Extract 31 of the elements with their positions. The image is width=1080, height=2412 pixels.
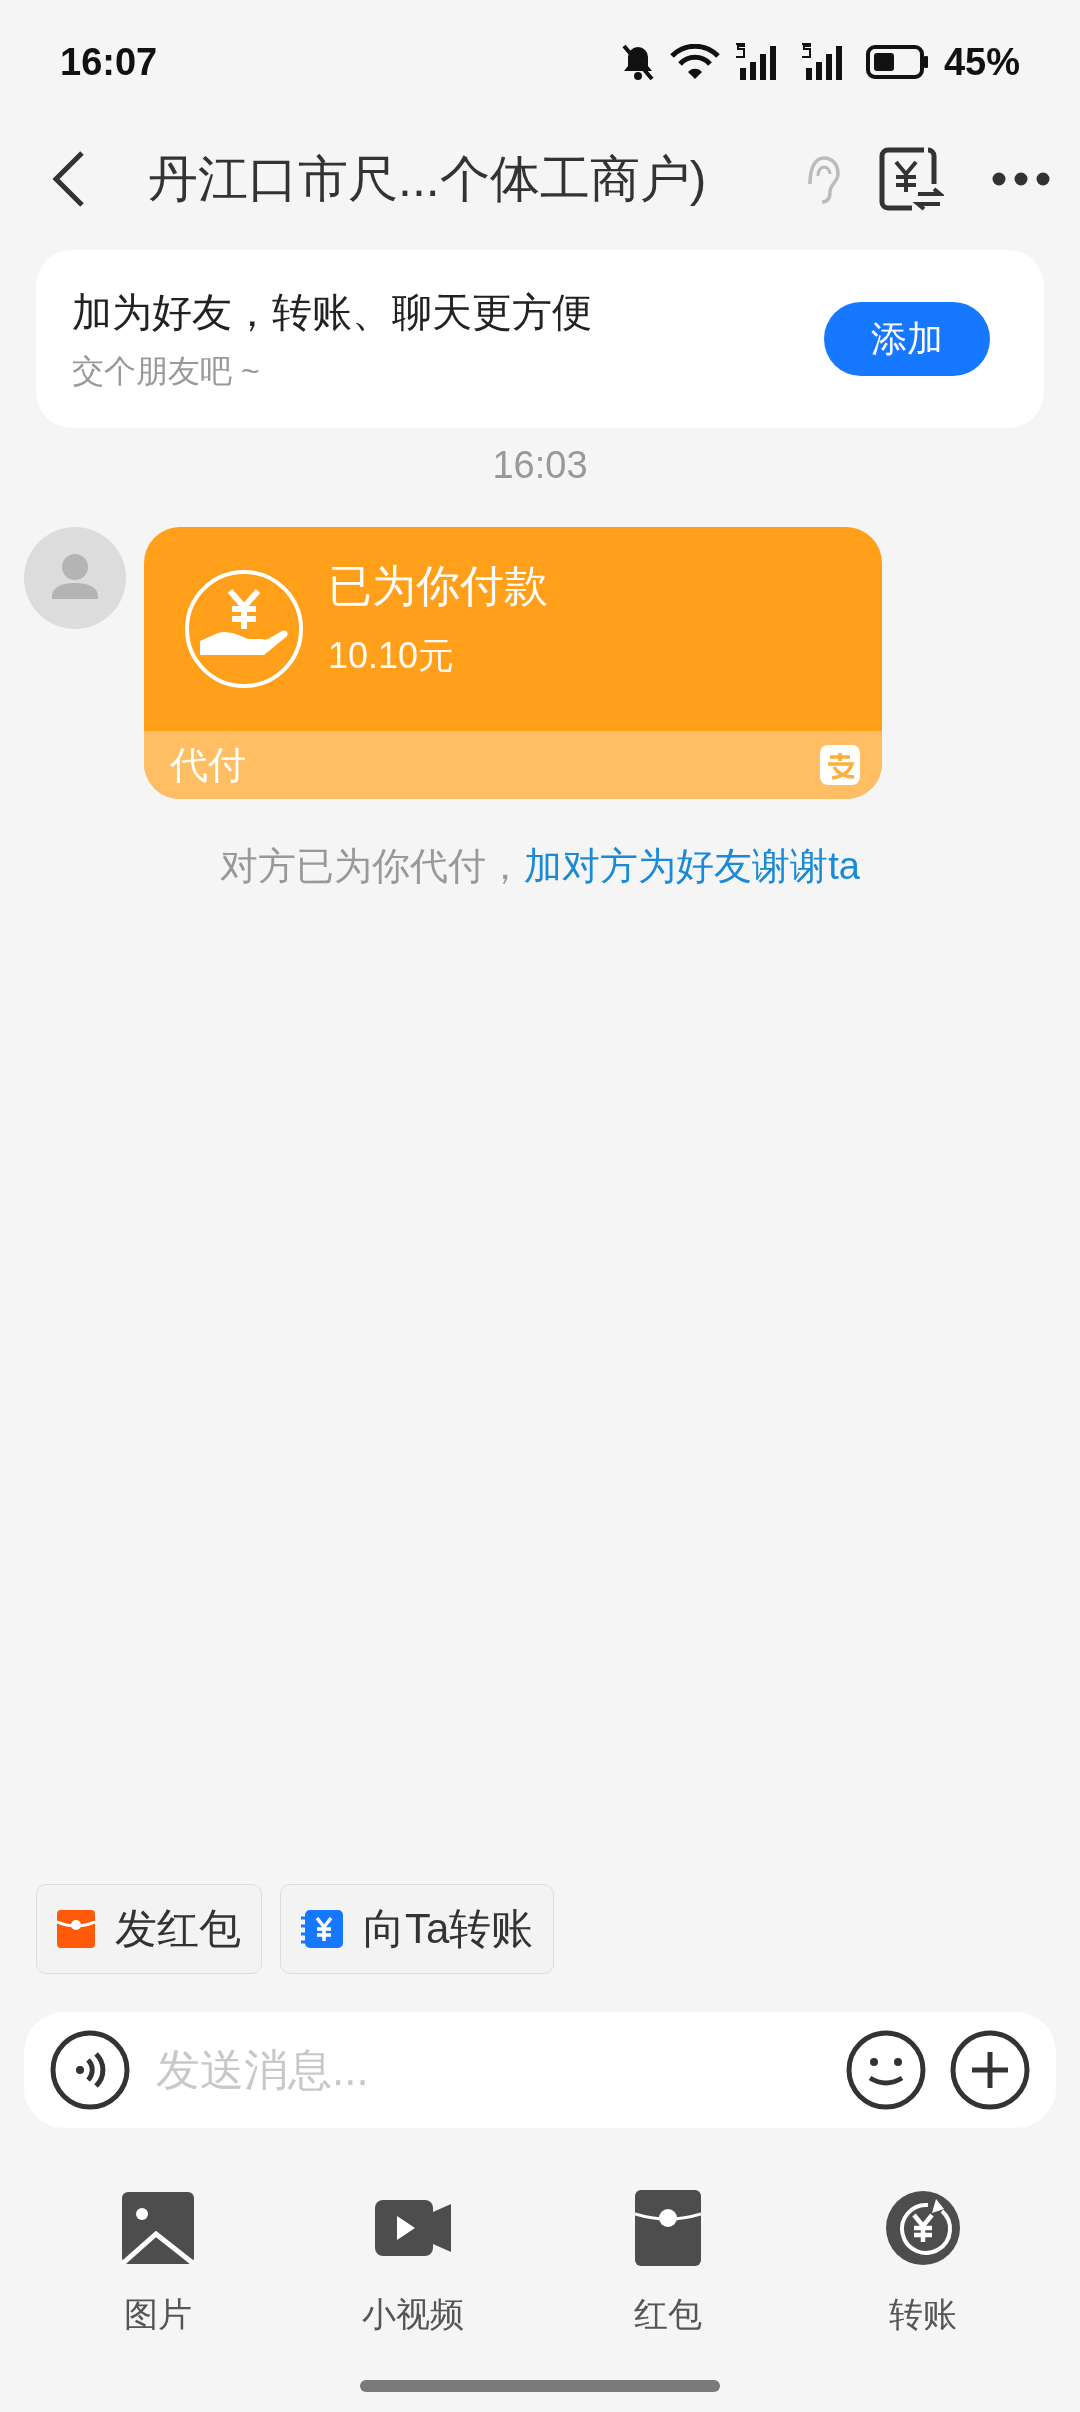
payment-label: 代付 [170, 742, 246, 788]
yuan-refresh-icon[interactable] [883, 2189, 962, 2267]
battery-icon [865, 45, 930, 79]
message-time: 16:03 [491, 444, 589, 487]
pay-logo-icon [820, 745, 860, 785]
chat-title: 丹江口市尺...个体工商户) [148, 149, 708, 209]
tool-label[interactable]: 转账 [888, 2292, 957, 2338]
prompt-title: 加为好友，转账、聊天更方便 [72, 288, 593, 336]
payment-note: 对方已为你代付，加对方为好友谢谢ta [219, 844, 861, 889]
quick-action-button[interactable]: 发红包 [36, 1884, 262, 1974]
envelope-icon [57, 1910, 95, 1948]
yuan-exchange-icon[interactable] [878, 146, 944, 212]
tool-label[interactable]: 红包 [633, 2292, 702, 2338]
add-button[interactable]: 添加 [824, 302, 990, 376]
battery-level: 45% [943, 40, 1020, 84]
yuan-card-icon [301, 1910, 343, 1948]
prompt-subtitle: 交个朋友吧 ~ [72, 351, 261, 391]
image-icon[interactable] [121, 2192, 194, 2264]
envelope-icon[interactable] [634, 2190, 701, 2266]
payment-title: 已为你付款 [328, 560, 548, 612]
wifi-icon [669, 44, 720, 80]
voice-icon[interactable] [50, 2030, 130, 2110]
emoji-icon[interactable] [846, 2030, 926, 2110]
plus-icon[interactable] [950, 2030, 1030, 2110]
quick-action-button[interactable]: 向Ta转账 [280, 1884, 555, 1974]
tool-label[interactable]: 小视频 [361, 2292, 464, 2338]
status-time: 16:07 [60, 40, 159, 84]
tool-label[interactable]: 图片 [123, 2292, 192, 2338]
yuan-hand-icon [184, 569, 304, 689]
more-icon[interactable] [992, 172, 1050, 186]
payment-amount: 10.10元 [328, 634, 456, 678]
